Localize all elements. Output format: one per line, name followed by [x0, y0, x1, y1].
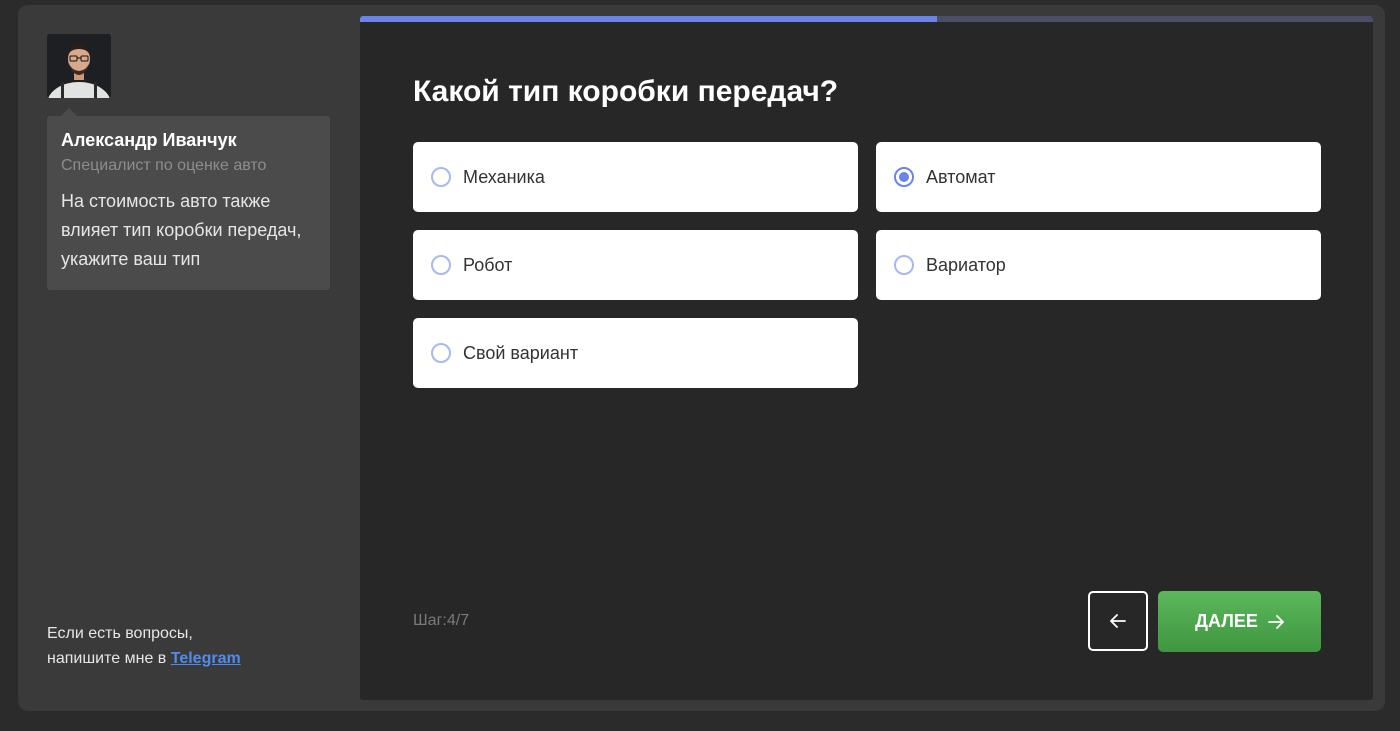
option-label: Робот [463, 254, 513, 275]
sidebar: Александр Иванчук Специалист по оценке а… [18, 5, 360, 711]
arrow-left-icon [1110, 614, 1126, 628]
radio-icon[interactable] [431, 343, 451, 363]
help-line-2: напишите мне в Telegram [47, 646, 241, 671]
quiz-window: Александр Иванчук Специалист по оценке а… [18, 5, 1385, 711]
progress-bar-fill [360, 16, 938, 22]
option-label: Автомат [926, 166, 996, 187]
option-variator[interactable]: Вариатор [876, 230, 1321, 300]
option-automatic[interactable]: Автомат [876, 142, 1321, 212]
radio-checked-icon[interactable] [894, 167, 914, 187]
back-button[interactable] [1088, 591, 1148, 651]
arrow-right-icon [1267, 614, 1284, 629]
step-counter: Шаг:4/7 [413, 612, 470, 629]
help-text: Если есть вопросы, напишите мне в Telegr… [47, 621, 241, 671]
option-label: Свой вариант [463, 342, 579, 363]
radio-icon[interactable] [431, 255, 451, 275]
expert-message-bubble: Александр Иванчук Специалист по оценке а… [47, 108, 330, 290]
avatar-photo [47, 34, 111, 98]
option-custom[interactable]: Свой вариант [413, 318, 858, 388]
question-title: Какой тип коробки передач? [413, 75, 839, 108]
help-line-2-prefix: напишите мне в [47, 650, 171, 667]
option-mechanical[interactable]: Механика [413, 142, 858, 212]
next-button-label: ДАЛЕЕ [1195, 611, 1258, 631]
radio-icon[interactable] [431, 167, 451, 187]
expert-avatar [47, 34, 111, 98]
option-label: Вариатор [926, 254, 1006, 275]
progress-bar [360, 16, 1373, 22]
help-line-1: Если есть вопросы, [47, 625, 193, 642]
option-label: Механика [463, 166, 545, 187]
expert-role: Специалист по оценке авто [61, 157, 267, 174]
expert-message: На стоимость авто также влияет тип короб… [61, 191, 302, 269]
next-button[interactable]: ДАЛЕЕ [1158, 591, 1321, 652]
option-robot[interactable]: Робот [413, 230, 858, 300]
quiz-panel: Какой тип коробки передач? Механика Авто… [360, 16, 1373, 700]
radio-icon[interactable] [894, 255, 914, 275]
telegram-link[interactable]: Telegram [171, 650, 241, 667]
expert-name: Александр Иванчук [61, 130, 237, 150]
